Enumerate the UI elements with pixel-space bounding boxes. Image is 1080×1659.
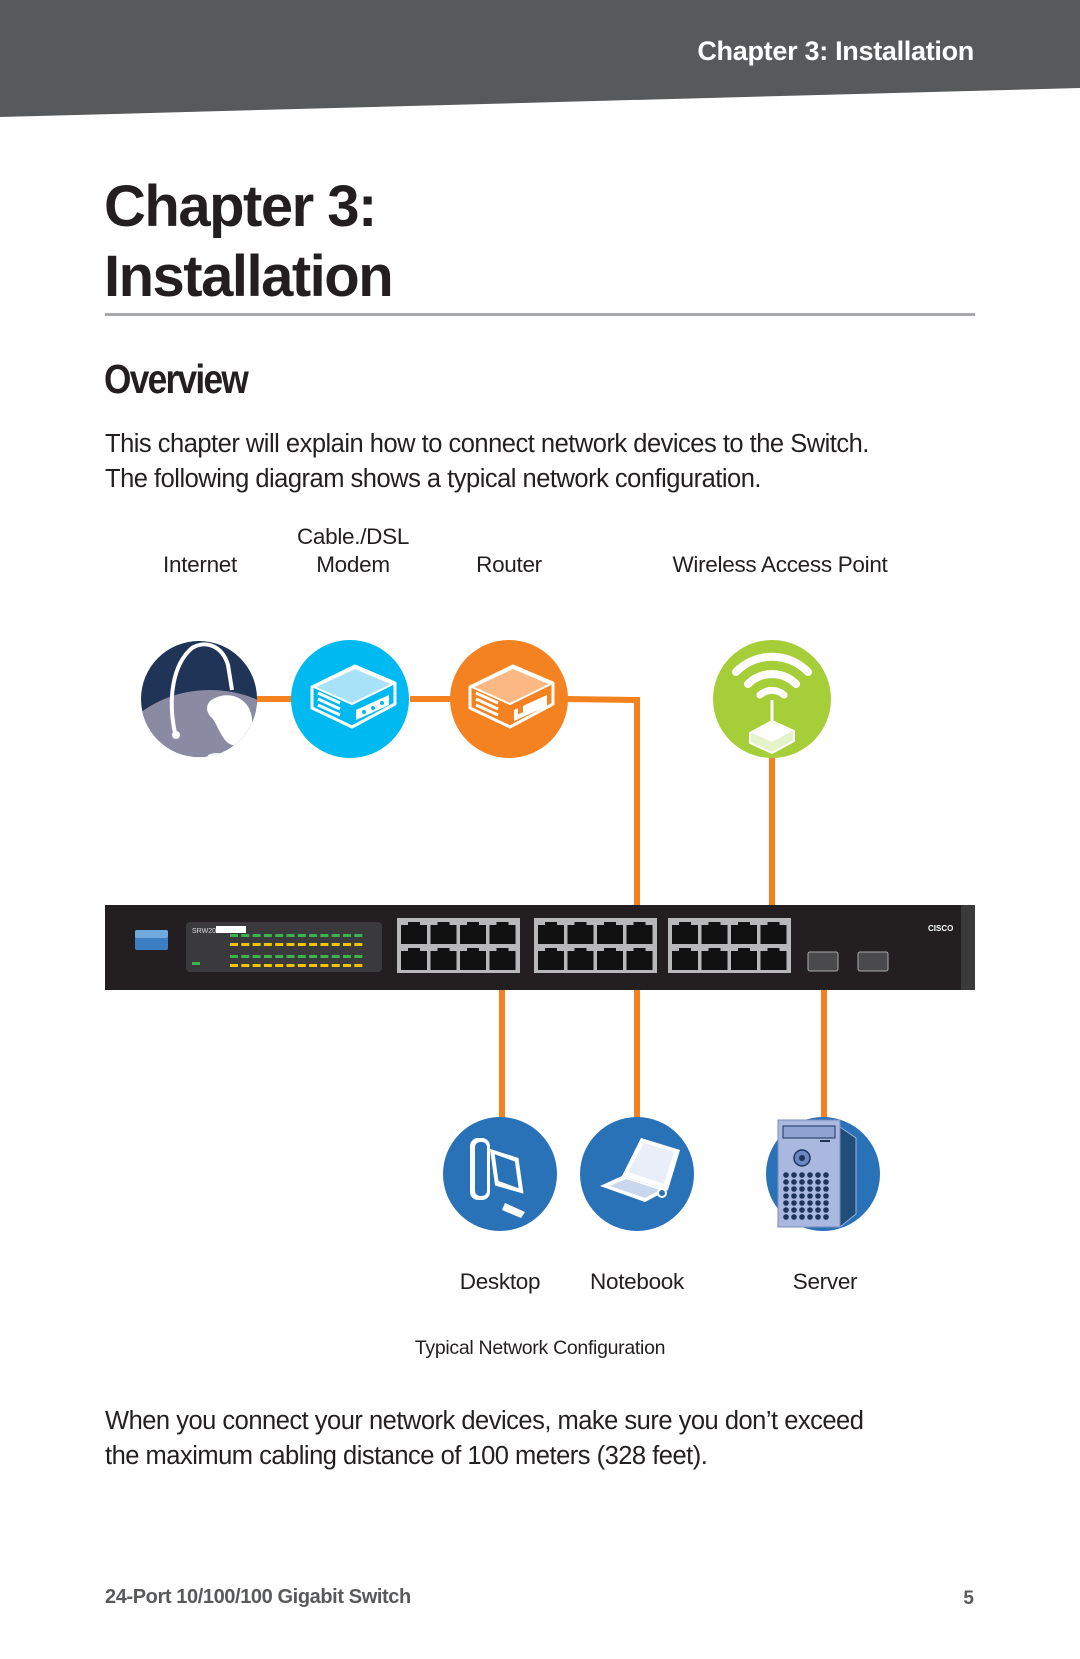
- ethernet-port: [701, 925, 728, 944]
- led-link: [320, 934, 329, 937]
- ethernet-port: [701, 951, 728, 970]
- ethernet-port: [430, 951, 457, 970]
- led-link: [263, 955, 272, 958]
- led-gigabit: [331, 943, 340, 946]
- ethernet-port: [567, 951, 594, 970]
- ethernet-port: [401, 951, 427, 970]
- led-link: [241, 934, 250, 937]
- led-link: [343, 955, 351, 958]
- led-gigabit: [275, 943, 284, 946]
- led-gigabit: [263, 943, 272, 946]
- led-gigabit: [252, 943, 261, 946]
- led-link: [263, 934, 272, 937]
- ethernet-port: [672, 951, 698, 970]
- led-gigabit: [354, 964, 363, 967]
- system-led: [192, 962, 200, 965]
- led-gigabit: [343, 943, 351, 946]
- ethernet-port: [760, 925, 787, 944]
- led-link: [297, 934, 306, 937]
- led-link: [331, 955, 340, 958]
- led-gigabit: [331, 964, 340, 967]
- led-link: [297, 955, 306, 958]
- led-link: [331, 934, 340, 937]
- ethernet-port: [401, 925, 427, 944]
- led-link: [286, 955, 295, 958]
- led-gigabit: [309, 943, 318, 946]
- ethernet-port: [731, 951, 757, 970]
- footer-page-number: 5: [963, 1588, 974, 1609]
- ethernet-port: [538, 951, 564, 970]
- ethernet-port: [460, 951, 486, 970]
- led-link: [275, 934, 284, 937]
- led-link: [252, 955, 261, 958]
- led-link: [252, 934, 261, 937]
- ethernet-port: [538, 925, 564, 944]
- led-gigabit: [230, 943, 238, 946]
- sfp-port-1: [807, 951, 839, 972]
- ethernet-port: [460, 925, 486, 944]
- led-link: [275, 955, 284, 958]
- led-gigabit: [320, 943, 329, 946]
- desktop-icon: [443, 1117, 557, 1231]
- notebook-icon: [580, 1117, 694, 1231]
- led-gigabit: [263, 964, 272, 967]
- figure-caption: Typical Network Configuration: [414, 1337, 666, 1359]
- led-link: [230, 955, 238, 958]
- ethernet-port: [731, 925, 757, 944]
- ethernet-port: [597, 925, 623, 944]
- led-link: [230, 934, 238, 937]
- ethernet-port: [489, 951, 516, 970]
- label-server: Server: [792, 1269, 858, 1294]
- led-link: [354, 934, 363, 937]
- internet-icon: [141, 641, 257, 757]
- ethernet-port: [567, 925, 594, 944]
- led-link: [309, 934, 318, 937]
- led-gigabit: [309, 964, 318, 967]
- ethernet-port: [672, 925, 698, 944]
- led-link: [286, 934, 295, 937]
- led-gigabit: [343, 964, 351, 967]
- closing-paragraph: When you connect your network devices, m…: [105, 1404, 864, 1474]
- led-link: [343, 934, 351, 937]
- label-notebook: Notebook: [590, 1269, 684, 1294]
- led-gigabit: [275, 964, 284, 967]
- led-gigabit: [252, 964, 261, 967]
- led-gigabit: [297, 943, 306, 946]
- closing-line2: the maximum cabling distance of 100 mete…: [105, 1442, 708, 1470]
- led-gigabit: [241, 943, 250, 946]
- led-link: [320, 955, 329, 958]
- led-gigabit: [286, 964, 295, 967]
- ethernet-port: [489, 925, 516, 944]
- led-gigabit: [230, 964, 238, 967]
- router-icon: [450, 640, 568, 758]
- led-link: [309, 955, 318, 958]
- ethernet-port: [597, 951, 623, 970]
- led-gigabit: [320, 964, 329, 967]
- ethernet-port: [626, 951, 653, 970]
- switch-chassis: SRW2024 CISCO: [105, 905, 975, 990]
- modem-icon: [291, 640, 409, 758]
- led-gigabit: [241, 964, 250, 967]
- sfp-port-2: [857, 951, 889, 972]
- server-icon: [766, 1117, 880, 1231]
- closing-line1: When you connect your network devices, m…: [105, 1407, 864, 1435]
- wireless-access-point-icon: [713, 640, 831, 758]
- label-desktop: Desktop: [459, 1269, 541, 1294]
- led-link: [241, 955, 250, 958]
- led-link: [354, 955, 363, 958]
- cable-router-switch: [564, 696, 640, 935]
- cisco-logo: CISCO: [928, 924, 953, 933]
- ethernet-port: [626, 925, 653, 944]
- led-gigabit: [286, 943, 295, 946]
- ethernet-port: [760, 951, 787, 970]
- footer-product-title: 24-Port 10/100/100 Gigabit Switch: [105, 1586, 411, 1608]
- led-gigabit: [354, 943, 363, 946]
- ethernet-port: [430, 925, 457, 944]
- led-gigabit: [297, 964, 306, 967]
